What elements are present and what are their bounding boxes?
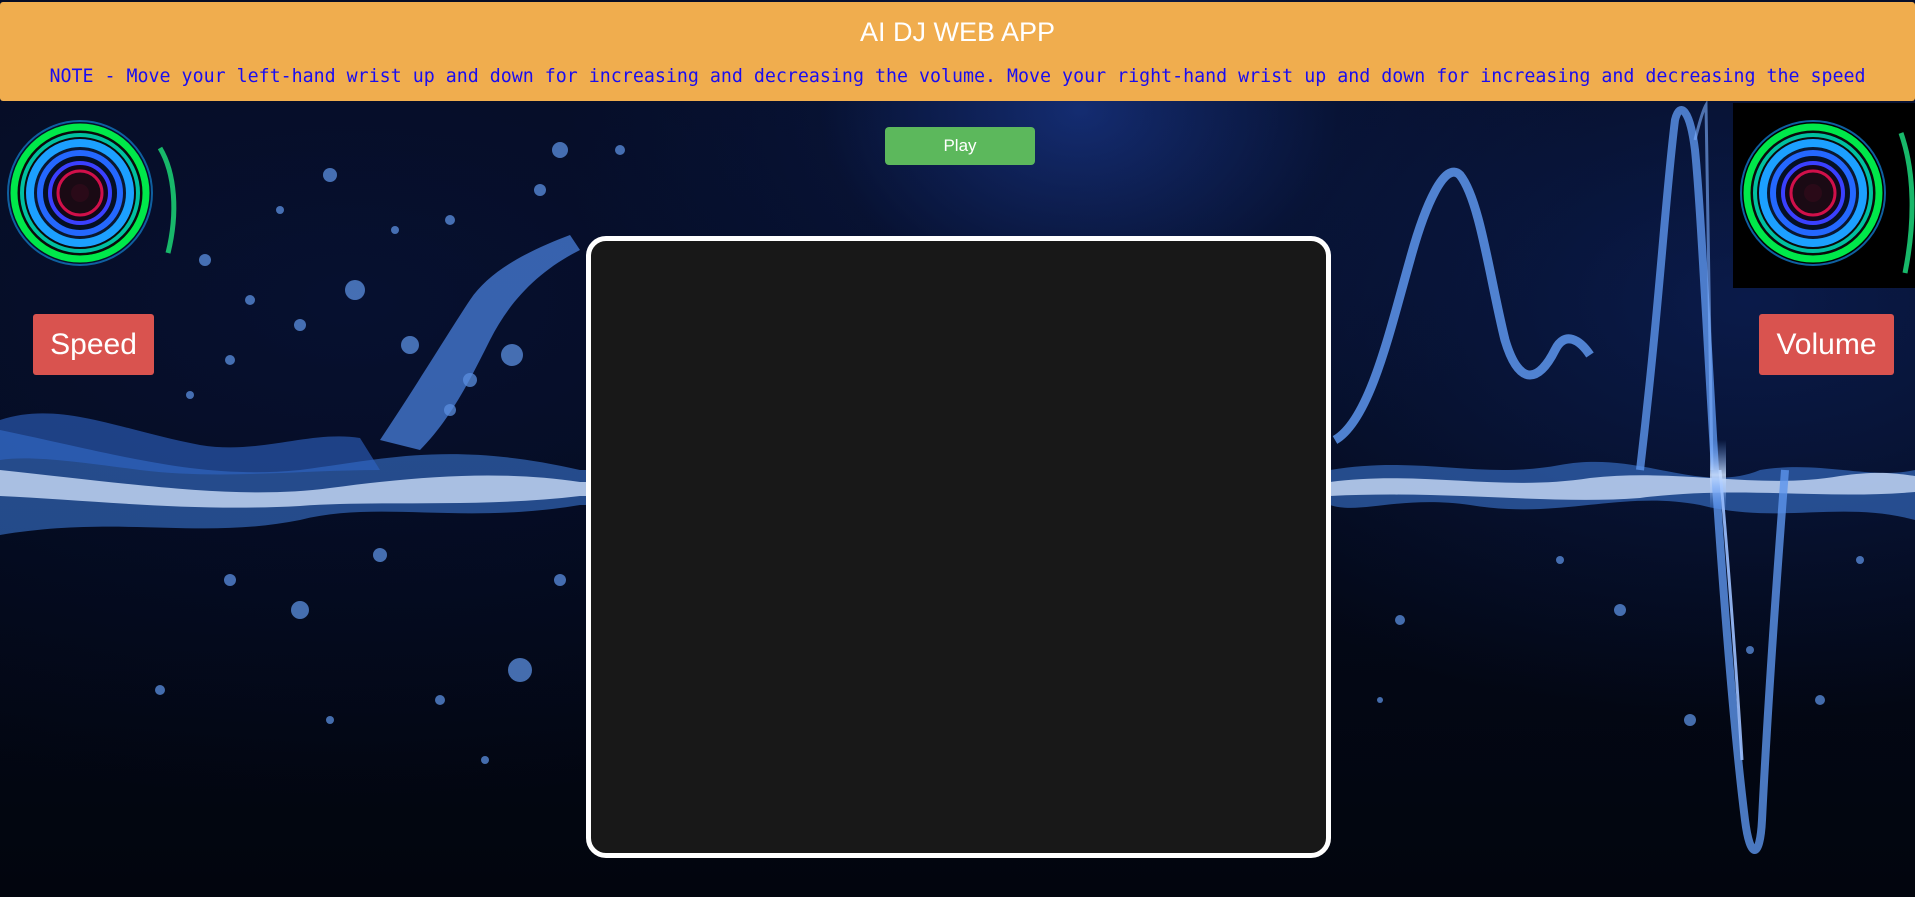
play-button[interactable]: Play xyxy=(885,127,1035,165)
volume-button[interactable]: Volume xyxy=(1759,314,1894,375)
header-banner: AI DJ WEB APP NOTE - Move your left-hand… xyxy=(0,2,1915,101)
turntable-icon xyxy=(1740,120,1915,274)
right-turntable xyxy=(1733,103,1915,288)
speed-button[interactable]: Speed xyxy=(33,314,154,375)
instructions-note: NOTE - Move your left-hand wrist up and … xyxy=(49,66,1866,87)
turntable-icon xyxy=(7,120,177,266)
page-title: AI DJ WEB APP xyxy=(859,17,1056,47)
app-stage: AI DJ WEB APP NOTE - Move your left-hand… xyxy=(0,0,1915,897)
webcam-canvas xyxy=(586,236,1331,858)
left-turntable xyxy=(0,103,180,288)
